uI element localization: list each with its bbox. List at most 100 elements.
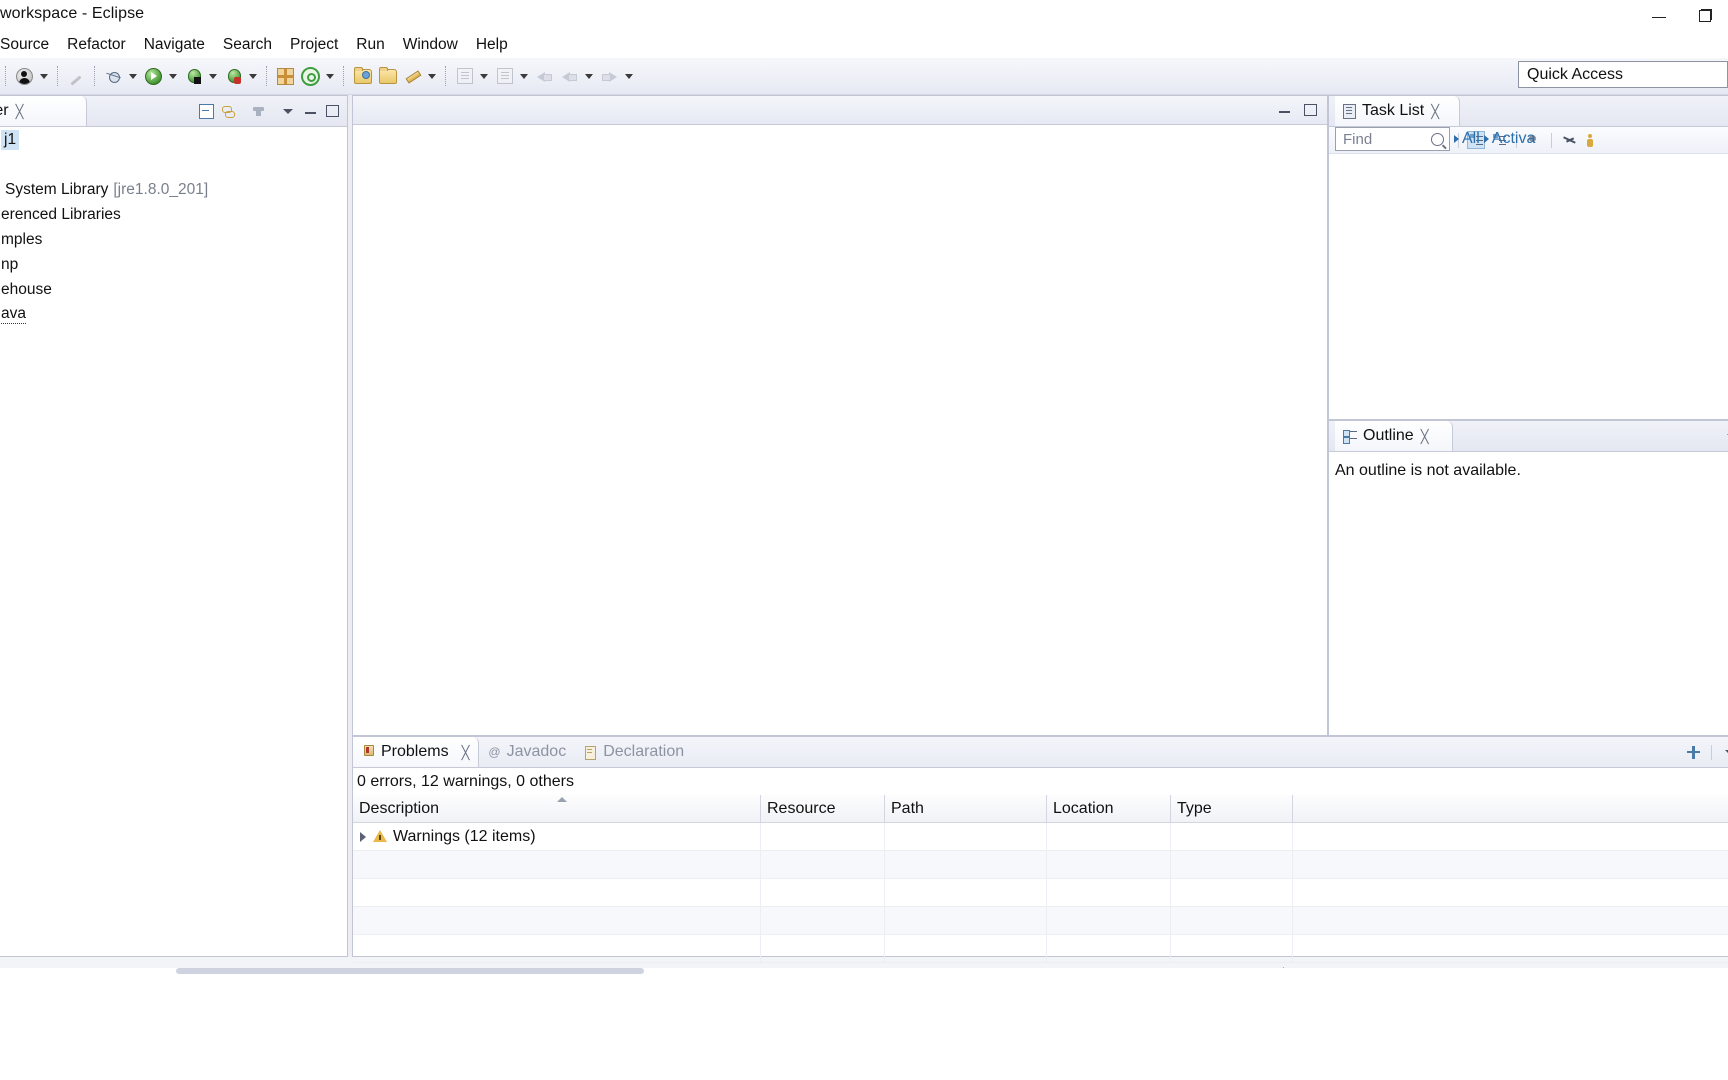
- debug-dropdown-icon[interactable]: [126, 65, 139, 87]
- tab-problems[interactable]: Problems ╳: [353, 737, 480, 767]
- maximize-icon[interactable]: [1301, 101, 1319, 119]
- tab-label: Declaration: [603, 743, 685, 760]
- column-header-extra[interactable]: [1293, 795, 1728, 822]
- table-row[interactable]: [353, 935, 1728, 963]
- tree-item[interactable]: np: [0, 252, 347, 277]
- prev-annotation-dropdown-icon[interactable]: [517, 65, 530, 87]
- tab-outline[interactable]: Outline ╳: [1335, 421, 1453, 451]
- maximize-icon[interactable]: [323, 102, 341, 120]
- refresh-green-icon[interactable]: [299, 65, 322, 88]
- cell-type: [1171, 935, 1293, 962]
- run-green-icon[interactable]: [142, 65, 165, 88]
- tab-package-explorer[interactable]: Explorer ╳: [0, 96, 87, 126]
- forward-dropdown-icon[interactable]: [622, 65, 635, 87]
- close-icon[interactable]: ╳: [1421, 430, 1429, 443]
- cell-path: [885, 879, 1047, 906]
- user-profile-dropdown-icon[interactable]: [37, 65, 50, 87]
- view-menu-icon[interactable]: [279, 102, 297, 120]
- edit-dropdown-icon[interactable]: [425, 65, 438, 87]
- user-profile-icon[interactable]: [13, 65, 36, 88]
- tree-item[interactable]: mples: [0, 227, 347, 252]
- column-header-description[interactable]: Description: [353, 795, 761, 822]
- tree-item[interactable]: j1: [0, 127, 347, 152]
- workbench: Explorer ╳ j1 System Librar: [0, 95, 1728, 968]
- table-row[interactable]: [353, 879, 1728, 907]
- view-menu-icon[interactable]: [1721, 743, 1728, 761]
- link-with-editor-icon[interactable]: [219, 102, 237, 120]
- pin-icon[interactable]: [1684, 743, 1702, 761]
- tree-item[interactable]: ehouse: [0, 277, 347, 302]
- cell-description: [353, 851, 761, 878]
- open-resource-icon[interactable]: [376, 65, 399, 88]
- toolbar-separator: [1711, 744, 1712, 760]
- new-package-icon[interactable]: [274, 65, 297, 88]
- debug-bug-icon[interactable]: [102, 65, 125, 88]
- tab-task-list[interactable]: Task List ╳: [1335, 96, 1460, 126]
- menu-project[interactable]: Project: [281, 34, 347, 56]
- outline-tabbar: Outline ╳: [1329, 421, 1728, 452]
- table-row[interactable]: Warnings (12 items): [353, 823, 1728, 851]
- menu-help[interactable]: Help: [467, 34, 517, 56]
- forward-arrow-icon[interactable]: [598, 65, 621, 88]
- minimize-button[interactable]: [1636, 0, 1682, 31]
- minimize-icon[interactable]: [1275, 101, 1293, 119]
- column-header-resource[interactable]: Resource: [761, 795, 885, 822]
- editor-area: [352, 95, 1328, 736]
- filter-activate-link[interactable]: Activa: [1483, 130, 1535, 148]
- view-filter-icon[interactable]: [249, 102, 267, 120]
- table-row[interactable]: [353, 907, 1728, 935]
- expand-arrow-icon[interactable]: [360, 831, 366, 842]
- menu-source[interactable]: Source: [0, 34, 58, 56]
- problems-table: Description Resource Path Location Type: [353, 795, 1728, 963]
- minimize-icon[interactable]: [301, 102, 319, 120]
- horizontal-scrollbar[interactable]: [176, 968, 644, 974]
- javadoc-icon: @: [488, 745, 501, 759]
- task-list-body[interactable]: [1329, 156, 1728, 419]
- menu-run[interactable]: Run: [347, 34, 393, 56]
- tree-item[interactable]: System Library [jre1.8.0_201]: [0, 177, 347, 202]
- prev-annotation-icon[interactable]: [493, 65, 516, 88]
- back-history-icon[interactable]: [558, 65, 581, 88]
- table-row[interactable]: [353, 851, 1728, 879]
- package-explorer-tree[interactable]: j1 System Library [jre1.8.0_201] erenced…: [0, 127, 347, 956]
- run-server-dropdown-icon[interactable]: [206, 65, 219, 87]
- refresh-dropdown-icon[interactable]: [323, 65, 336, 87]
- close-icon[interactable]: ╳: [16, 105, 24, 118]
- next-annotation-dropdown-icon[interactable]: [477, 65, 490, 87]
- run-dropdown-icon[interactable]: [166, 65, 179, 87]
- back-dropdown-icon[interactable]: [582, 65, 595, 87]
- column-header-location[interactable]: Location: [1047, 795, 1171, 822]
- cell-extra: [1293, 823, 1728, 850]
- tree-item-label: j1: [1, 129, 20, 150]
- column-header-path[interactable]: Path: [885, 795, 1047, 822]
- filter-all-label: All: [1462, 130, 1480, 147]
- menu-refactor[interactable]: Refactor: [58, 34, 135, 56]
- menu-navigate[interactable]: Navigate: [135, 34, 214, 56]
- tree-item[interactable]: ava: [0, 302, 347, 327]
- quick-access-input[interactable]: Quick Access: [1518, 61, 1728, 88]
- edit-pencil-icon[interactable]: [401, 65, 424, 88]
- collapse-all-icon[interactable]: [197, 102, 215, 120]
- outline-message: An outline is not available.: [1335, 462, 1521, 479]
- back-arrow-icon[interactable]: [533, 65, 556, 88]
- menu-window[interactable]: Window: [394, 34, 467, 56]
- editor-canvas[interactable]: [353, 125, 1327, 735]
- close-icon[interactable]: ╳: [1431, 105, 1439, 118]
- tab-declaration[interactable]: Declaration: [575, 737, 693, 767]
- column-header-type[interactable]: Type: [1171, 795, 1293, 822]
- next-annotation-icon[interactable]: [453, 65, 476, 88]
- view-menu-icon[interactable]: [1723, 427, 1728, 445]
- menu-search[interactable]: Search: [214, 34, 281, 56]
- restore-button[interactable]: [1682, 0, 1728, 31]
- find-input[interactable]: Find: [1335, 127, 1450, 151]
- tree-item[interactable]: erenced Libraries: [0, 202, 347, 227]
- filter-all-link[interactable]: All: [1454, 130, 1480, 148]
- warning-icon: [373, 830, 387, 843]
- cell-resource: [761, 851, 885, 878]
- run-server-stop-dropdown-icon[interactable]: [246, 65, 259, 87]
- open-type-icon[interactable]: [351, 65, 374, 88]
- close-icon[interactable]: ╳: [462, 746, 470, 759]
- run-server-icon[interactable]: [182, 65, 205, 88]
- tab-javadoc[interactable]: @ Javadoc: [479, 737, 575, 767]
- run-server-stop-icon[interactable]: [222, 65, 245, 88]
